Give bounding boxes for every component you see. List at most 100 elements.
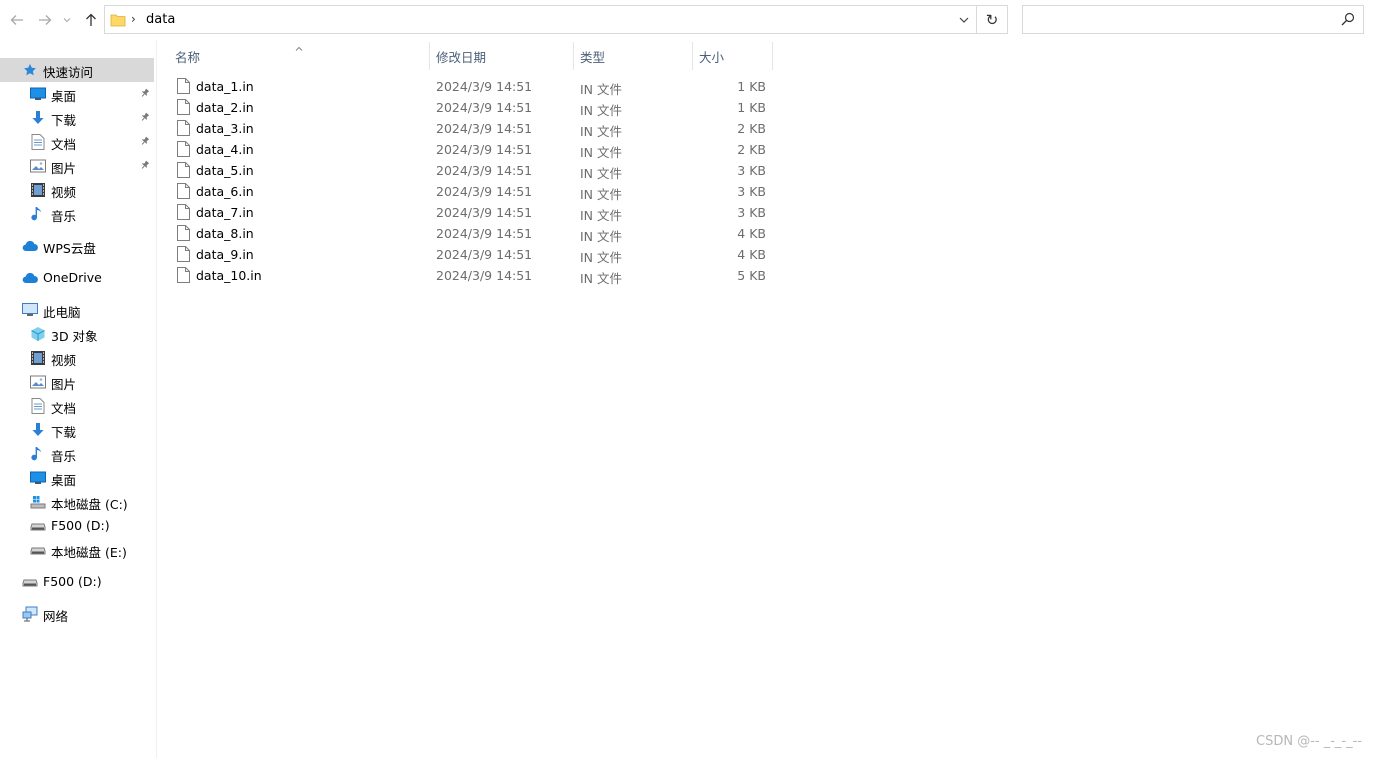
sidebar-item[interactable]: 网络 [0,602,154,626]
file-type: IN 文件 [580,103,623,118]
file-type: IN 文件 [580,208,623,223]
sidebar-item[interactable]: 桌面 [0,82,154,106]
file-name[interactable]: data_6.in [196,184,254,199]
file-type: IN 文件 [580,229,623,244]
file-icon [177,99,190,118]
file-modified-date: 2024/3/9 14:51 [436,184,533,199]
pin-icon[interactable] [140,111,150,125]
document-icon [30,398,46,414]
sidebar-item[interactable]: 本地磁盘 (C:) [0,490,154,514]
pin-icon[interactable] [140,87,150,101]
arrow-right-icon [39,15,52,25]
sidebar-item[interactable]: 视频 [0,346,154,370]
file-name[interactable]: data_2.in [196,100,254,115]
file-name[interactable]: data_4.in [196,142,254,157]
address-history-button[interactable] [953,6,975,33]
file-name[interactable]: data_8.in [196,226,254,241]
sidebar-item-label: 下载 [51,113,77,128]
sidebar-item[interactable]: 音乐 [0,442,154,466]
sidebar-item-label: 3D 对象 [51,329,98,344]
address-field[interactable]: › data ↻ [104,5,1008,34]
forward-button[interactable] [34,8,56,32]
navigation-pane: 快速访问 桌面 下载 文档 图片 视频 音乐 WPS云盘 OneDrive 此电脑 3D 对象 视频图… [0,40,157,758]
sidebar-item[interactable]: 桌面 [0,466,154,490]
file-type: IN 文件 [580,166,623,181]
file-icon [177,78,190,97]
file-row[interactable]: data_6.in 2024/3/9 14:51 IN 文件 3 KB [170,181,772,202]
sidebar-item-label: 快速访问 [43,65,94,80]
document-icon [30,134,46,150]
file-row[interactable]: data_5.in 2024/3/9 14:51 IN 文件 3 KB [170,160,772,181]
recent-locations-button[interactable] [60,8,74,32]
file-name[interactable]: data_5.in [196,163,254,178]
sidebar-item[interactable]: 下载 [0,418,154,442]
file-modified-date: 2024/3/9 14:51 [436,247,533,262]
pin-icon[interactable] [140,135,150,149]
picture-icon [30,374,46,390]
arrow-left-icon [10,15,23,25]
windows-drive-icon [30,494,46,510]
up-button[interactable] [80,8,102,32]
sidebar-item-label: OneDrive [43,270,102,285]
download-icon [30,422,46,438]
sidebar-item[interactable]: 下载 [0,106,154,130]
file-name[interactable]: data_10.in [196,268,262,283]
sidebar-item[interactable]: 图片 [0,370,154,394]
file-row[interactable]: data_4.in 2024/3/9 14:51 IN 文件 2 KB [170,139,772,160]
sidebar-item[interactable]: 快速访问 [0,58,154,82]
file-icon [177,183,190,202]
file-name[interactable]: data_3.in [196,121,254,136]
sidebar-item-label: 视频 [51,353,77,368]
sidebar-item[interactable]: OneDrive [0,266,154,290]
breadcrumb-current-folder[interactable]: data [146,12,175,27]
column-header-type[interactable]: 类型 [574,42,692,70]
sidebar-item[interactable]: 3D 对象 [0,322,154,346]
file-name[interactable]: data_9.in [196,247,254,262]
sidebar-item[interactable]: 音乐 [0,202,154,226]
file-modified-date: 2024/3/9 14:51 [436,100,533,115]
sidebar-item[interactable]: 图片 [0,154,154,178]
sidebar-item[interactable]: 文档 [0,394,154,418]
chevron-down-icon [63,18,71,23]
column-header-size[interactable]: 大小 [693,42,772,70]
picture-icon [30,158,46,174]
sidebar-item-label: 桌面 [51,89,77,104]
column-header-name[interactable]: 名称 [170,42,430,70]
sidebar-item-label: F500 (D:) [51,518,110,533]
column-divider[interactable] [772,42,773,70]
network-icon [22,606,38,622]
file-row[interactable]: data_1.in 2024/3/9 14:51 IN 文件 1 KB [170,76,772,97]
file-icon [177,225,190,244]
star-icon [22,62,38,78]
breadcrumb-separator[interactable]: › [131,12,136,26]
file-icon [177,204,190,223]
sidebar-item-label: 图片 [51,161,77,176]
file-row[interactable]: data_2.in 2024/3/9 14:51 IN 文件 1 KB [170,97,772,118]
file-type: IN 文件 [580,124,623,139]
file-row[interactable]: data_7.in 2024/3/9 14:51 IN 文件 3 KB [170,202,772,223]
back-button[interactable] [6,8,28,32]
file-row[interactable]: data_3.in 2024/3/9 14:51 IN 文件 2 KB [170,118,772,139]
sidebar-item[interactable]: 视频 [0,178,154,202]
file-icon [177,246,190,265]
sidebar-item[interactable]: 本地磁盘 (E:) [0,538,154,562]
file-row[interactable]: data_8.in 2024/3/9 14:51 IN 文件 4 KB [170,223,772,244]
sidebar-item-label: F500 (D:) [43,574,102,589]
sidebar-item[interactable]: F500 (D:) [0,570,154,594]
search-field[interactable] [1022,5,1364,34]
file-row[interactable]: data_10.in 2024/3/9 14:51 IN 文件 5 KB [170,265,772,286]
sidebar-item[interactable]: 文档 [0,130,154,154]
pin-icon[interactable] [140,159,150,173]
sidebar-item[interactable]: WPS云盘 [0,234,154,258]
desktop-icon [30,470,46,486]
file-row[interactable]: data_9.in 2024/3/9 14:51 IN 文件 4 KB [170,244,772,265]
file-name[interactable]: data_7.in [196,205,254,220]
desktop-icon [30,86,46,102]
sidebar-item[interactable]: 此电脑 [0,298,154,322]
file-name[interactable]: data_1.in [196,79,254,94]
search-icon[interactable] [1341,12,1355,29]
sidebar-item[interactable]: F500 (D:) [0,514,154,538]
file-type: IN 文件 [580,82,623,97]
column-header-date[interactable]: 修改日期 [430,42,573,70]
refresh-button[interactable]: ↻ [976,6,1007,33]
